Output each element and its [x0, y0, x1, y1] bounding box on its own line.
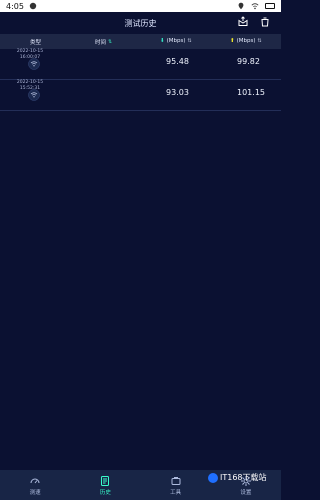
- column-header-download[interactable]: ⬇ (Mbps) ⇅: [160, 38, 192, 44]
- watermark-text: IT168下载站: [220, 473, 267, 482]
- status-right: [237, 2, 275, 10]
- battery-icon: [265, 3, 275, 9]
- upload-arrow-icon: ⬆: [230, 38, 235, 44]
- header-actions: [237, 12, 271, 34]
- status-left: 4:05: [6, 2, 37, 11]
- download-arrow-icon: ⬇: [160, 38, 165, 44]
- page-title: 测试历史: [124, 18, 157, 28]
- nav-history[interactable]: 历史: [75, 475, 135, 496]
- notification-icon: [29, 2, 37, 10]
- watermark-logo-icon: [208, 472, 218, 483]
- history-icon: [101, 475, 110, 486]
- nav-label: 设置: [240, 489, 252, 496]
- watermark: IT168下载站: [208, 472, 267, 483]
- table-row[interactable]: 2022-10-15 16:00:07 95.48 99.82: [0, 49, 281, 80]
- history-list: 2022-10-15 16:00:07 95.48 99.82 2022-10-…: [0, 49, 281, 111]
- share-icon[interactable]: [237, 16, 249, 30]
- wifi-status-icon: [251, 2, 259, 10]
- sort-icon: ⇅: [257, 38, 262, 44]
- nav-label: 历史: [99, 489, 111, 496]
- toolbox-icon: [171, 476, 181, 485]
- clock-text: 4:05: [6, 1, 24, 11]
- upload-speed: 99.82: [237, 57, 260, 66]
- status-bar: 4:05: [0, 0, 281, 12]
- nav-label: 测速: [29, 489, 41, 496]
- download-speed: 95.48: [166, 57, 189, 66]
- wifi-icon: [28, 58, 40, 72]
- delete-icon[interactable]: [259, 16, 271, 30]
- sort-icon: ⇅: [108, 39, 113, 45]
- nav-speedtest[interactable]: 测速: [5, 475, 65, 496]
- wifi-icon: [28, 89, 40, 103]
- table-header: 类型 时间 ⇅ ⬇ (Mbps) ⇅ ⬆ (Mbps) ⇅: [0, 34, 281, 49]
- column-header-upload[interactable]: ⬆ (Mbps) ⇅: [230, 38, 262, 44]
- nav-label: 工具: [170, 489, 182, 496]
- column-header-time[interactable]: 时间 ⇅: [95, 38, 112, 46]
- app-header: 测试历史: [0, 12, 281, 34]
- nav-tools[interactable]: 工具: [146, 475, 206, 496]
- location-icon: [237, 2, 245, 10]
- column-header-type: 类型: [30, 40, 42, 46]
- sort-icon: ⇅: [187, 38, 192, 44]
- speedometer-icon: [30, 478, 40, 483]
- upload-speed: 101.15: [237, 88, 265, 97]
- table-row[interactable]: 2022-10-15 15:52:31 93.03 101.15: [0, 80, 281, 111]
- download-speed: 93.03: [166, 88, 189, 97]
